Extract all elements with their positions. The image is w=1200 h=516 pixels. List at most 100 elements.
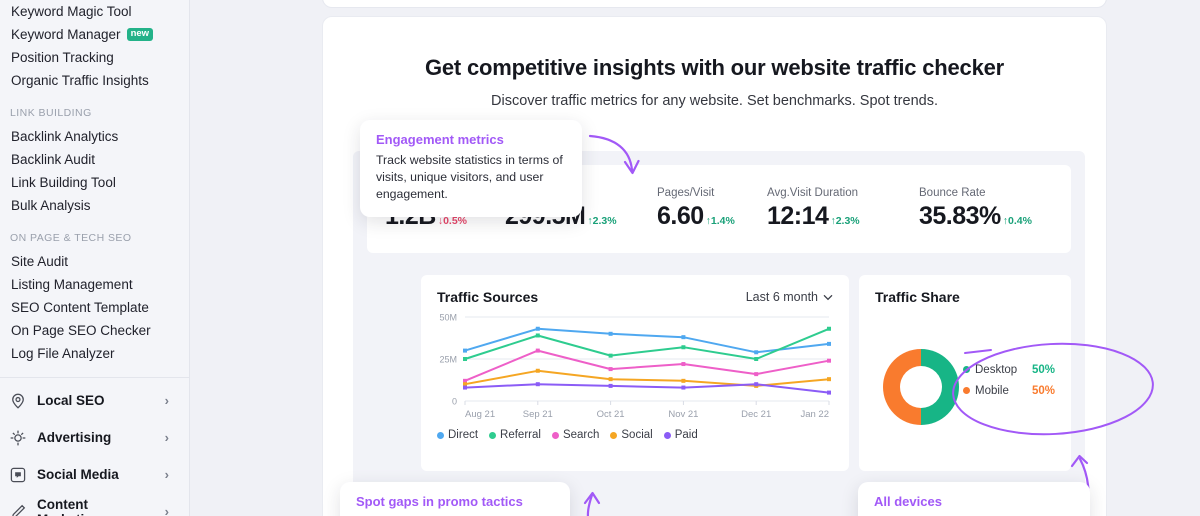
sidebar-item-label: Link Building Tool (11, 175, 116, 190)
sidebar-item-position-tracking[interactable]: Position Tracking (10, 46, 179, 69)
data-point (535, 333, 540, 338)
metric-delta: ↑0.4% (1002, 215, 1032, 227)
legend-item-mobile[interactable]: Mobile 50% (963, 380, 1055, 401)
metric-delta: ↑2.3% (830, 215, 860, 227)
series-line-paid (464, 383, 830, 394)
data-point (608, 367, 613, 372)
data-point (608, 331, 613, 336)
sidebar-item-listing-management[interactable]: Listing Management (10, 273, 179, 296)
sidebar-item-label: On Page SEO Checker (11, 323, 151, 338)
sidebar-item-site-audit[interactable]: Site Audit (10, 250, 179, 273)
sidebar-item-label: Site Audit (11, 254, 69, 269)
metric-value: 6.60 (657, 202, 704, 230)
sidebar-item-label: Listing Management (11, 277, 133, 292)
sidebar-item-keyword-manager[interactable]: Keyword Manager new (10, 23, 179, 46)
legend-label: Mobile (975, 384, 1009, 397)
chevron-right-icon: › (164, 430, 169, 445)
sidebar-item-label: Social Media (37, 467, 119, 482)
sidebar-item-label: Content Marketing (37, 496, 101, 516)
legend-dot (963, 366, 970, 373)
legend-item-referral[interactable]: Referral (489, 429, 541, 441)
period-label: Last 6 month (745, 290, 818, 304)
data-point (608, 353, 613, 358)
sidebar-item-keyword-magic-tool[interactable]: Keyword Magic Tool (10, 0, 179, 23)
sidebar-item-on-page-seo-checker[interactable]: On Page SEO Checker (10, 319, 179, 342)
sidebar-item-label: Backlink Audit (11, 152, 96, 167)
data-point (535, 348, 540, 353)
legend-label: Desktop (975, 363, 1018, 376)
pencil-icon (9, 503, 27, 516)
sidebar-item-log-file-analyzer[interactable]: Log File Analyzer (10, 342, 179, 365)
series-line-search (464, 349, 830, 382)
sidebar-item-local-seo[interactable]: Local SEO › (9, 382, 179, 419)
sidebar-item-seo-content-template[interactable]: SEO Content Template (10, 296, 179, 319)
chat-bubble-icon (9, 466, 27, 484)
legend-dot (963, 387, 970, 394)
sidebar-item-label: Keyword Magic Tool (11, 4, 132, 19)
callout-body: Track website statistics in terms of vis… (376, 153, 563, 201)
period-selector[interactable]: Last 6 month (746, 290, 833, 304)
sidebar-item-content-marketing[interactable]: Content Marketing › (9, 493, 179, 516)
data-point (681, 385, 686, 390)
metric-pages-per-visit: Pages/Visit 6.60 ↑1.4% (657, 187, 767, 231)
traffic-checker-panel: Get competitive insights with our websit… (322, 16, 1154, 516)
new-badge: new (126, 28, 154, 41)
data-point (681, 335, 686, 340)
sidebar-item-label: Keyword Manager (11, 27, 121, 42)
sidebar: Keyword Magic Tool Keyword Manager new P… (0, 0, 190, 516)
chevron-right-icon: › (164, 393, 169, 408)
callout-title: Spot gaps in promo tactics (356, 494, 523, 509)
sidebar-item-organic-traffic-insights[interactable]: Organic Traffic Insights (10, 69, 179, 92)
legend-dot (551, 431, 559, 439)
callout-spot-gaps: Spot gaps in promo tactics Unwrap your r… (340, 482, 570, 516)
metric-avg-visit-duration: Avg.Visit Duration 12:14 ↑2.3% (767, 187, 919, 231)
data-point (535, 368, 540, 373)
sidebar-item-label: SEO Content Template (11, 300, 149, 315)
chevron-down-icon (823, 294, 833, 300)
metric-bounce-rate: Bounce Rate 35.83% ↑0.4% (919, 187, 1069, 231)
data-point (681, 362, 686, 367)
sidebar-section-link-building: LINK BUILDING (10, 107, 92, 119)
data-point (608, 377, 613, 382)
legend-item-paid[interactable]: Paid (663, 429, 698, 441)
legend-value: 50% (1032, 363, 1056, 376)
metric-value: 35.83% (919, 202, 1001, 230)
data-point (754, 350, 759, 355)
data-point (681, 345, 686, 350)
legend-value: 50% (1032, 384, 1056, 397)
metric-value: 12:14 (767, 202, 829, 230)
chevron-right-icon: › (164, 504, 169, 516)
previous-section-panel (322, 0, 1107, 8)
sidebar-item-link-building-tool[interactable]: Link Building Tool (10, 171, 179, 194)
x-axis-tick-label: Aug 21 (465, 409, 495, 420)
sidebar-item-advertising[interactable]: Advertising › (9, 419, 179, 456)
legend-item-search[interactable]: Search (551, 429, 599, 441)
metric-delta: ↑1.4% (705, 215, 735, 227)
x-axis-tick-label: Sep 21 (523, 409, 553, 420)
location-pin-icon (9, 392, 27, 410)
sidebar-item-label: Log File Analyzer (11, 346, 115, 361)
sidebar-item-social-media[interactable]: Social Media › (9, 456, 179, 493)
sidebar-item-bulk-analysis[interactable]: Bulk Analysis (10, 194, 179, 217)
traffic-sources-card: Traffic Sources Last 6 month 0 25M 50M Aug … (421, 275, 849, 471)
legend-item-direct[interactable]: Direct (437, 429, 478, 441)
legend-item-social[interactable]: Social (610, 429, 653, 441)
data-point (535, 382, 540, 387)
donut-legend: Desktop 50% Mobile 50% (963, 359, 1055, 401)
x-axis-tick-label: Dec 21 (741, 409, 771, 420)
data-point (827, 390, 831, 395)
page-title: Get competitive insights with our websit… (424, 55, 1005, 80)
data-point (754, 357, 759, 361)
legend-dot (437, 431, 444, 439)
chart-legend: Direct Referral Search Social Paid (421, 429, 849, 441)
legend-dot (610, 431, 618, 439)
data-point (463, 357, 467, 361)
sidebar-item-backlink-analytics[interactable]: Backlink Analytics (10, 125, 179, 148)
data-point (754, 372, 759, 377)
data-point (463, 348, 467, 353)
sidebar-divider (0, 377, 190, 378)
y-axis-tick-label: 50M (439, 313, 457, 323)
metric-label: Bounce Rate (919, 187, 986, 199)
sidebar-item-backlink-audit[interactable]: Backlink Audit (10, 148, 179, 171)
legend-item-desktop[interactable]: Desktop 50% (963, 359, 1055, 380)
